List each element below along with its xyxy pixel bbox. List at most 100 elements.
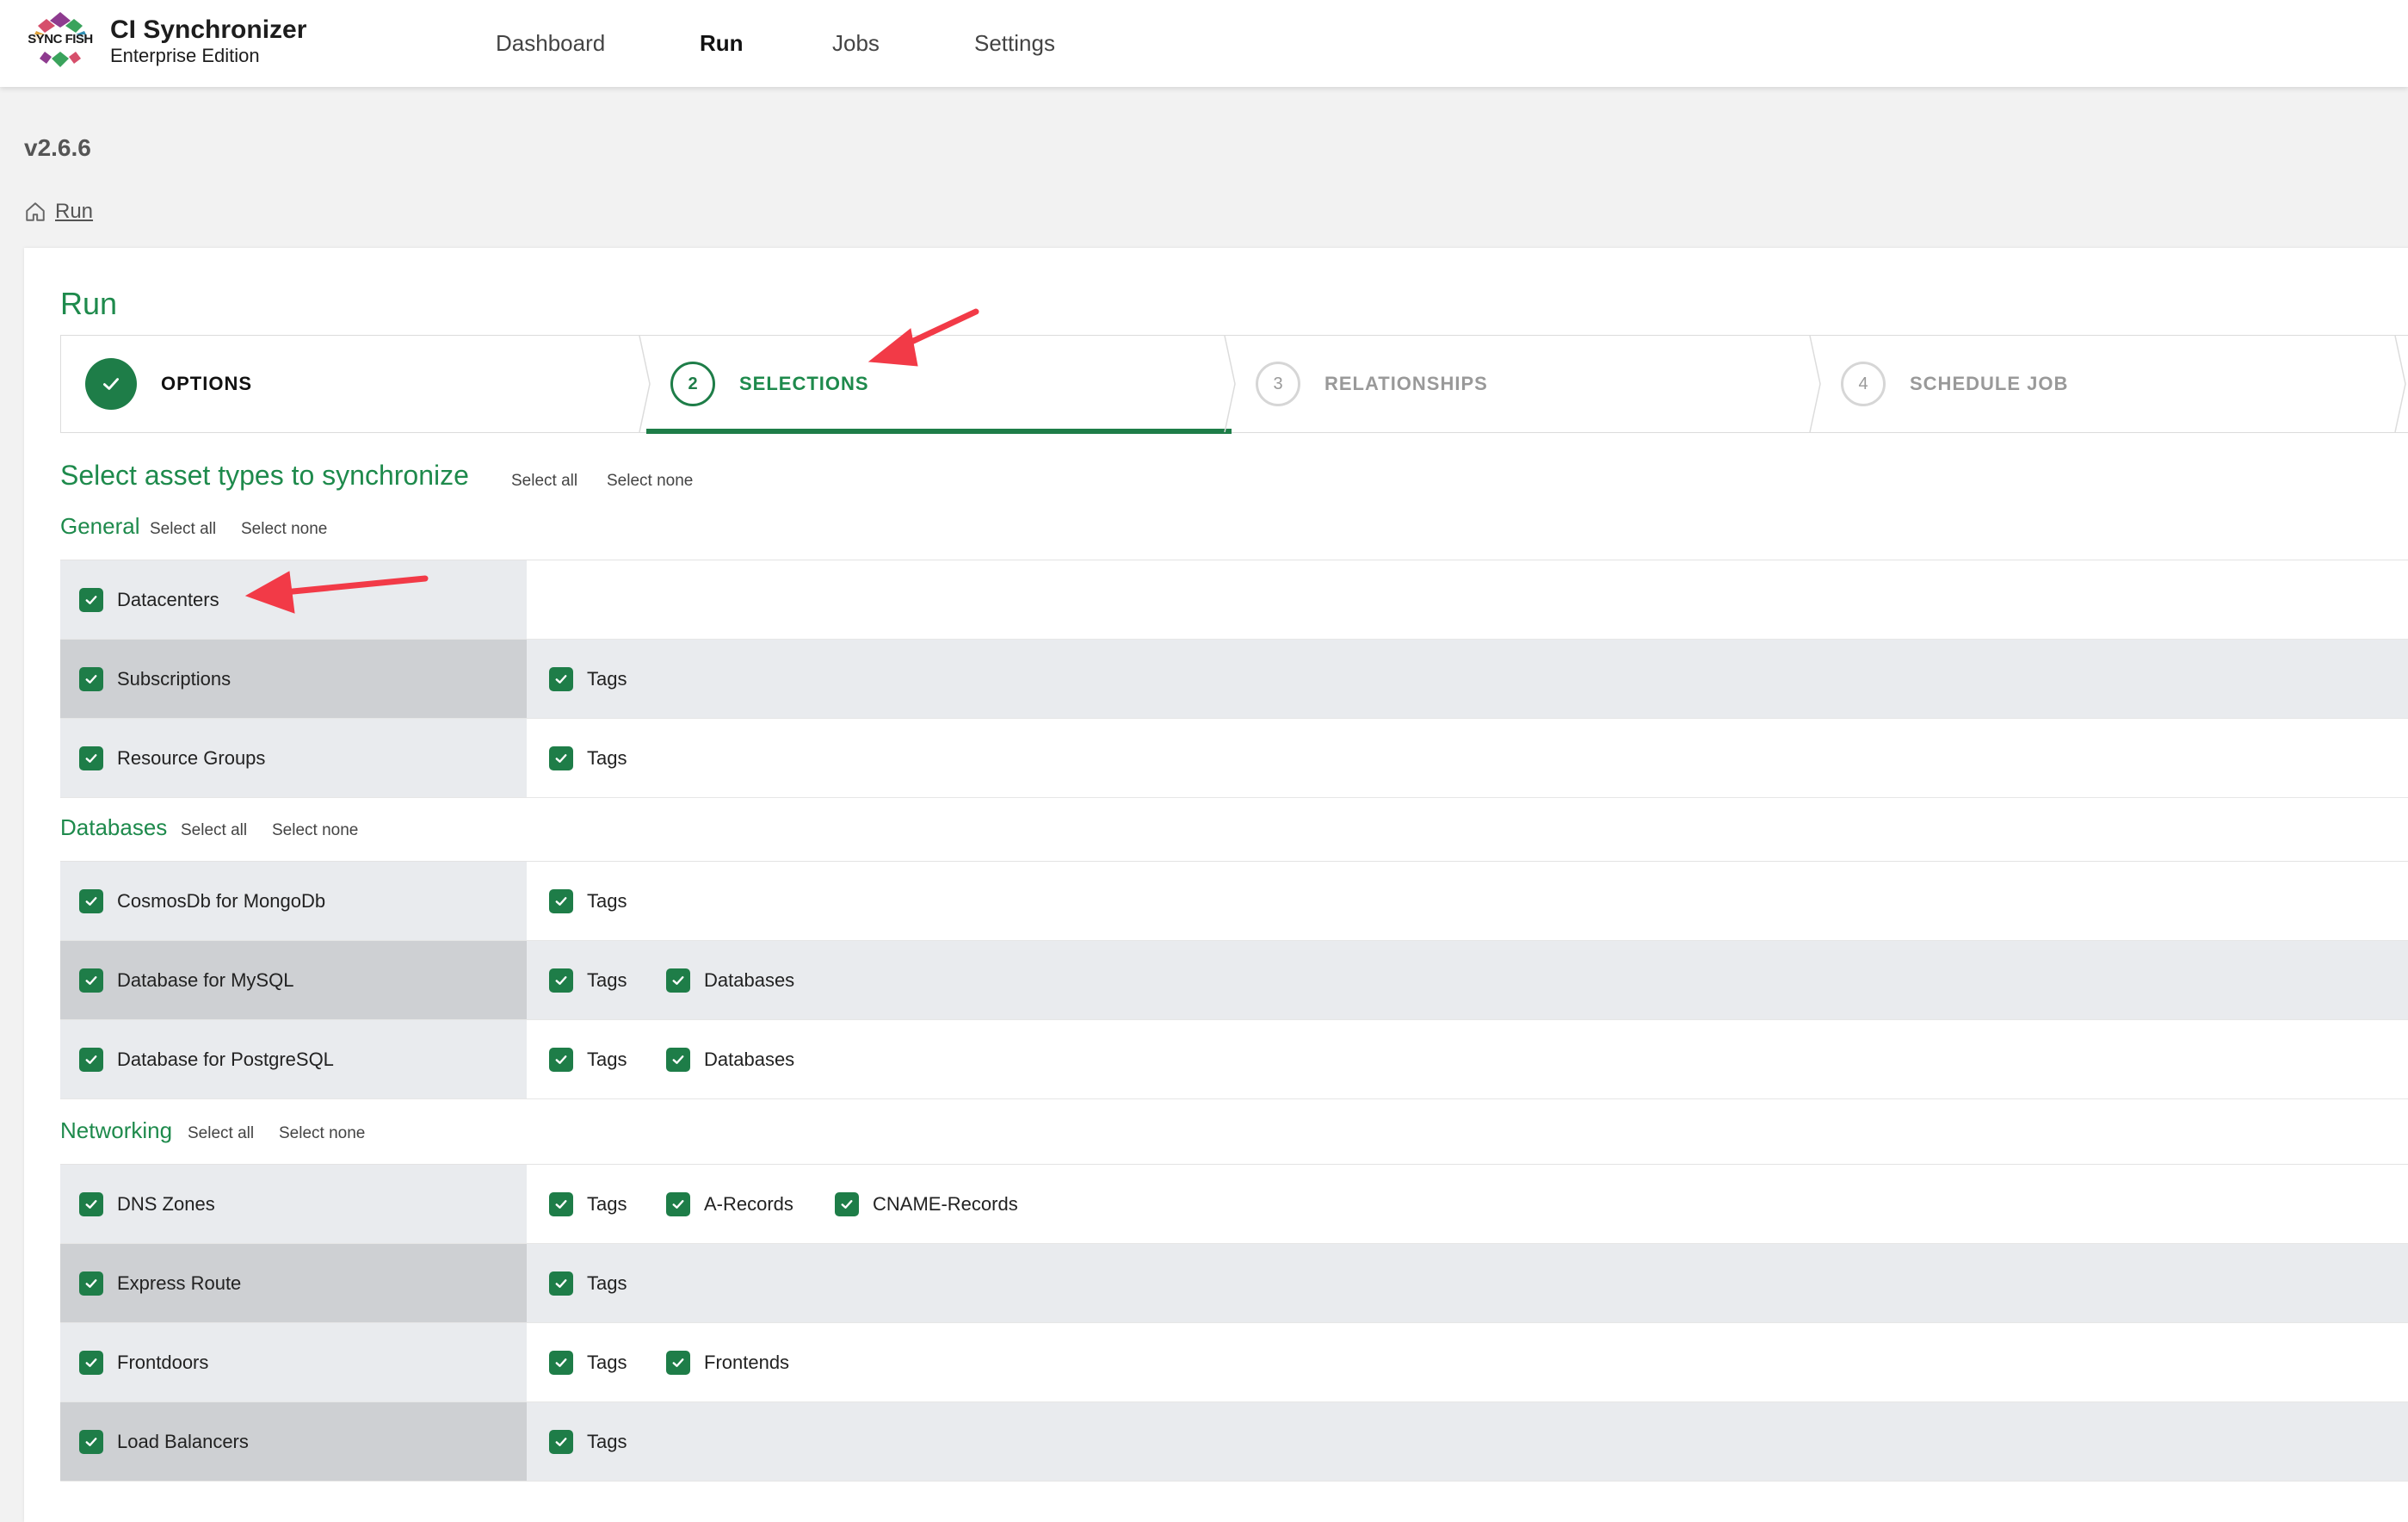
asset-checkbox[interactable]: Datacenters [79,560,219,639]
option-checkbox[interactable]: Tags [549,1165,627,1243]
option-checkbox[interactable]: Databases [666,941,794,1019]
nav-jobs[interactable]: Jobs [832,30,880,57]
checkbox-checked-icon[interactable] [549,888,573,913]
select-none-link[interactable]: Select none [279,1124,365,1143]
page-title: Run [60,286,118,321]
asset-row: Load Balancers Tags [60,1402,2408,1482]
asset-checkbox[interactable]: Load Balancers [79,1402,249,1481]
checkbox-checked-icon[interactable] [79,1191,103,1216]
checkbox-label: Tags [587,968,627,991]
asset-row: Frontdoors Tags Frontends [60,1323,2408,1402]
nav-run[interactable]: Run [700,30,744,57]
checkbox-checked-icon[interactable] [79,746,103,770]
select-all-link[interactable]: Select all [150,520,216,539]
asset-checkbox[interactable]: Frontdoors [79,1323,208,1401]
asset-checkbox[interactable]: Resource Groups [79,719,265,797]
checkbox-checked-icon[interactable] [79,1047,103,1072]
step-relationships[interactable]: 3 RELATIONSHIPS [1232,336,1817,432]
asset-checkbox[interactable]: Subscriptions [79,640,231,718]
breadcrumb-run-link[interactable]: Run [55,200,93,224]
options-cell [527,1323,2408,1401]
checkbox-checked-icon[interactable] [79,587,103,612]
option-checkbox[interactable]: Frontends [666,1323,789,1401]
option-checkbox[interactable]: Tags [549,1020,627,1098]
select-all-link[interactable]: Select all [188,1124,254,1143]
logo-text: SYNC FISH [28,32,93,46]
option-checkbox[interactable]: Databases [666,1020,794,1098]
option-checkbox[interactable]: Tags [549,1402,627,1481]
checkbox-checked-icon[interactable] [549,746,573,770]
asset-checkbox[interactable]: Express Route [79,1244,241,1322]
options-cell [527,862,2408,940]
asset-checkbox[interactable]: Database for MySQL [79,941,293,1019]
home-icon[interactable] [24,201,46,223]
step-options[interactable]: OPTIONS [61,336,646,432]
checkbox-checked-icon[interactable] [835,1191,859,1216]
checkbox-label: Tags [587,1351,627,1373]
checkbox-label: Tags [587,667,627,690]
checkbox-label: Databases [704,1048,795,1070]
step-schedule-job[interactable]: 4 SCHEDULE JOB [1817,336,2402,432]
group-heading: Databases [60,814,168,840]
checkbox-label: A-Records [704,1192,793,1215]
asset-table: CosmosDb for MongoDb Tags Database for MyS… [60,861,2408,1099]
options-cell [527,560,2408,639]
step-label: SCHEDULE JOB [1910,373,2069,394]
checkbox-label: CosmosDb for MongoDb [117,889,326,912]
checkbox-checked-icon[interactable] [79,1350,103,1375]
checkbox-checked-icon[interactable] [666,1047,690,1072]
checkbox-checked-icon[interactable] [79,666,103,691]
top-bar: SYNC FISH CI Synchronizer Enterprise Edi… [0,0,2408,87]
step-selections[interactable]: 2 SELECTIONS [646,336,1232,434]
checkbox-checked-icon[interactable] [549,1429,573,1454]
checkbox-label: Tags [587,1192,627,1215]
option-checkbox[interactable]: Tags [549,941,627,1019]
select-none-link[interactable]: Select none [241,520,327,539]
nav-settings[interactable]: Settings [974,30,1055,57]
checkbox-checked-icon[interactable] [549,1047,573,1072]
select-none-link[interactable]: Select none [272,821,358,840]
breadcrumb: Run [24,200,93,224]
checkbox-checked-icon[interactable] [666,1191,690,1216]
app-title: CI Synchronizer [110,15,307,44]
checkbox-checked-icon[interactable] [79,1271,103,1296]
options-cell [527,1165,2408,1243]
checkbox-label: Tags [587,1430,627,1452]
option-checkbox[interactable]: CNAME-Records [835,1165,1018,1243]
option-checkbox[interactable]: Tags [549,1323,627,1401]
checkbox-checked-icon[interactable] [666,1350,690,1375]
checkbox-label: CNAME-Records [873,1192,1018,1215]
active-step-indicator [646,429,1232,434]
checkbox-checked-icon[interactable] [549,666,573,691]
nav-dashboard[interactable]: Dashboard [496,30,605,57]
asset-checkbox[interactable]: DNS Zones [79,1165,215,1243]
select-all-link[interactable]: Select all [181,821,247,840]
checkbox-checked-icon[interactable] [549,1350,573,1375]
check-icon [85,358,137,410]
checkbox-checked-icon[interactable] [549,1191,573,1216]
checkbox-checked-icon[interactable] [79,1429,103,1454]
options-cell [527,941,2408,1019]
asset-checkbox[interactable]: CosmosDb for MongoDb [79,862,325,940]
option-checkbox[interactable]: Tags [549,719,627,797]
option-checkbox[interactable]: Tags [549,862,627,940]
checkbox-label: Datacenters [117,588,219,610]
syncfish-logo[interactable]: SYNC FISH [28,9,93,71]
option-checkbox[interactable]: A-Records [666,1165,793,1243]
checkbox-label: Database for MySQL [117,968,294,991]
checkbox-checked-icon[interactable] [79,968,103,993]
checkbox-checked-icon[interactable] [666,968,690,993]
option-checkbox[interactable]: Tags [549,640,627,718]
asset-table: DNS Zones Tags A-Records CNAME-Records Expre… [60,1164,2408,1482]
option-checkbox[interactable]: Tags [549,1244,627,1322]
asset-checkbox[interactable]: Database for PostgreSQL [79,1020,334,1098]
step-label: RELATIONSHIPS [1324,373,1488,394]
step-number: 4 [1841,362,1886,406]
checkbox-checked-icon[interactable] [549,1271,573,1296]
checkbox-label: Tags [587,889,627,912]
options-cell [527,1244,2408,1322]
select-all-link[interactable]: Select all [511,472,577,491]
checkbox-checked-icon[interactable] [549,968,573,993]
select-none-link[interactable]: Select none [607,472,693,491]
checkbox-checked-icon[interactable] [79,888,103,913]
